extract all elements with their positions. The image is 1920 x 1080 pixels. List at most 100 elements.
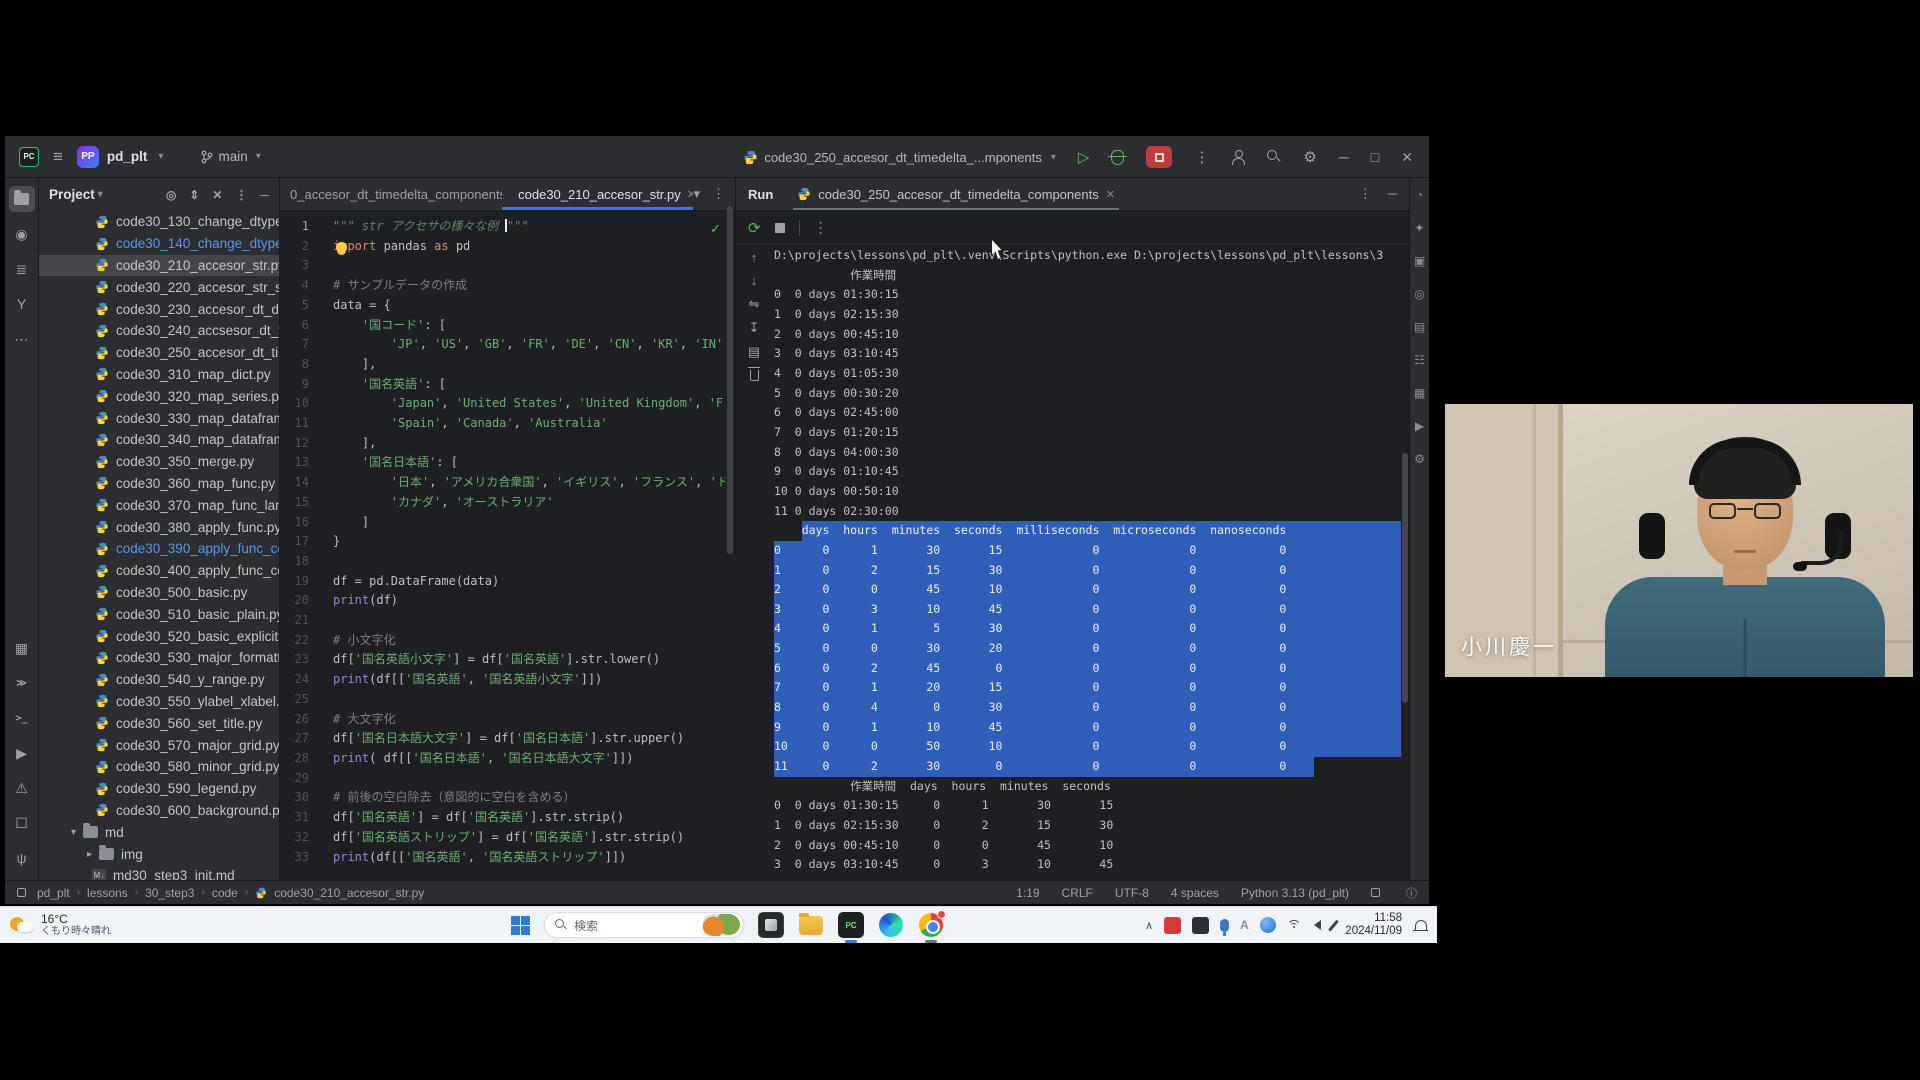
run-console-output[interactable]: D:\projects\lessons\pd_plt\.venv\Scripts… <box>774 246 1401 880</box>
tree-item[interactable]: code30_140_change_dtype_timede <box>39 233 279 255</box>
line-separator[interactable]: CRLF <box>1062 886 1093 900</box>
volume-icon[interactable] <box>1314 920 1321 930</box>
services-tool-icon[interactable]: ▶ <box>9 740 35 766</box>
taskbar-search[interactable]: 検索 <box>544 912 744 938</box>
wifi-icon[interactable] <box>1287 920 1303 931</box>
hide-panel-icon[interactable]: ─ <box>1388 186 1397 202</box>
file-encoding[interactable]: UTF-8 <box>1115 886 1149 900</box>
tree-item[interactable]: code30_380_apply_func.py <box>39 516 279 538</box>
problems-tool-icon[interactable]: ⚠ <box>9 775 35 801</box>
chevron-icon[interactable]: ▾ <box>71 827 83 838</box>
tree-item[interactable]: code30_540_y_range.py <box>39 669 279 691</box>
clear-console-icon[interactable] <box>750 370 759 381</box>
close-icon[interactable]: ✕ <box>1106 188 1115 201</box>
breadcrumb-item[interactable]: lessons <box>87 886 128 900</box>
main-menu-icon[interactable]: ≡ <box>53 147 63 167</box>
editor-scrollbar[interactable] <box>727 206 733 554</box>
editor-tab[interactable]: 0_accesor_dt_timedelta_components.py <box>280 178 502 210</box>
tree-item[interactable]: code30_360_map_func.py <box>39 473 279 495</box>
toolbar-more-icon[interactable]: ⋮ <box>814 219 828 236</box>
jump-to-bottom-icon[interactable]: ↓ <box>751 273 758 288</box>
notification-bell-icon[interactable] <box>1415 920 1427 931</box>
python-packages-tool-icon[interactable]: ▦ <box>9 635 35 661</box>
editor-code[interactable]: """ str アクセサの様々な例 """import pandas as pd… <box>333 217 725 867</box>
breadcrumb-item[interactable]: pd_plt <box>37 886 70 900</box>
tree-item[interactable]: code30_370_map_func_lambda.py <box>39 494 279 516</box>
more-actions-icon[interactable]: ⋮ <box>1194 148 1209 166</box>
info-icon[interactable]: ⓘ <box>1406 885 1417 901</box>
pen-input-icon[interactable] <box>1328 919 1338 931</box>
tree-item[interactable]: code30_250_accesor_dt_timedelta_ <box>39 342 279 364</box>
taskview-app-icon[interactable] <box>758 912 784 938</box>
tree-item[interactable]: code30_310_map_dict.py <box>39 364 279 386</box>
tree-item[interactable]: code30_330_map_dataframe.py <box>39 407 279 429</box>
notifications-bell-icon[interactable]: ◔ <box>1416 188 1423 202</box>
stop-process-icon[interactable] <box>775 223 785 233</box>
structure-tool-icon[interactable]: ≣ <box>9 256 35 282</box>
editor-tab[interactable]: code30_210_accesor_str.py✕ <box>502 178 693 210</box>
tree-item[interactable]: ▸img <box>39 843 279 865</box>
tree-item[interactable]: code30_230_accesor_dt_datetime.p <box>39 298 279 320</box>
search-everywhere-icon[interactable] <box>1267 150 1281 164</box>
ai-assistant-icon[interactable]: ✦ <box>1414 221 1424 235</box>
edge-browser-icon[interactable] <box>878 912 904 938</box>
tree-item[interactable]: code30_510_basic_plain.py <box>39 603 279 625</box>
tray-expand-icon[interactable]: ∧ <box>1145 919 1153 932</box>
indent-style[interactable]: 4 spaces <box>1171 886 1219 900</box>
tree-item[interactable]: code30_340_map_dataframe_reset <box>39 429 279 451</box>
microphone-icon[interactable] <box>1220 919 1229 932</box>
tree-item[interactable]: M↓md30_step3_init.md <box>39 865 279 880</box>
terminal-tool-icon[interactable]: >_ <box>9 705 35 731</box>
calendar-icon[interactable]: ▦ <box>1414 386 1425 400</box>
tray-app-red-icon[interactable] <box>1164 917 1181 934</box>
run-config-selector[interactable]: code30_250_accesor_dt_timedelta_...mpone… <box>743 150 1056 165</box>
panel-options-icon[interactable]: ⋮ <box>1359 186 1372 202</box>
taskbar-clock[interactable]: 11:58 2024/11/09 <box>1345 912 1402 938</box>
python-console-tool-icon[interactable]: ≫ <box>9 670 35 696</box>
tree-item[interactable]: code30_130_change_dtype.py <box>39 211 279 233</box>
panel-options-icon[interactable]: ⋮ <box>235 188 247 202</box>
tree-item[interactable]: code30_590_legend.py <box>39 778 279 800</box>
tree-item[interactable]: code30_520_basic_explicit.py <box>39 625 279 647</box>
tray-app-blue-icon[interactable] <box>1260 917 1276 933</box>
coverage-icon[interactable]: ◎ <box>1414 287 1424 301</box>
debug-button[interactable] <box>1111 150 1124 165</box>
vcs-branch-widget[interactable]: main ▾ <box>201 149 260 164</box>
breadcrumb[interactable]: pd_plt›lessons›30_step3›code›code30_210_… <box>17 886 424 900</box>
profiler-icon[interactable]: ▤ <box>1414 320 1425 334</box>
run-anything-icon[interactable]: ▶ <box>1415 419 1424 433</box>
todo-tool-icon[interactable]: ☐ <box>9 810 35 836</box>
tree-item[interactable]: code30_400_apply_func_complex_ <box>39 560 279 582</box>
start-button[interactable] <box>511 916 530 935</box>
collapse-all-icon[interactable]: ✕ <box>212 188 222 202</box>
maximize-button[interactable]: □ <box>1371 149 1379 165</box>
hide-panel-icon[interactable]: ─ <box>260 188 269 202</box>
tray-app-dark-icon[interactable] <box>1192 917 1209 934</box>
close-icon[interactable]: ✕ <box>687 188 694 201</box>
pull-requests-tool-icon[interactable]: Y <box>9 291 35 317</box>
tree-item[interactable]: code30_530_major_formatter.py <box>39 647 279 669</box>
more-tools-icon[interactable]: ⋯ <box>9 326 35 352</box>
caret-position[interactable]: 1:19 <box>1016 886 1039 900</box>
breadcrumb-item[interactable]: code <box>212 886 238 900</box>
breadcrumb-item[interactable]: code30_210_accesor_str.py <box>274 886 424 900</box>
tree-item[interactable]: code30_600_background.py <box>39 800 279 822</box>
close-button[interactable]: ✕ <box>1401 149 1413 166</box>
settings-gear-icon[interactable]: ⚙ <box>1303 148 1316 166</box>
tree-item[interactable]: code30_560_set_title.py <box>39 712 279 734</box>
commit-tool-icon[interactable]: ◉ <box>9 221 35 247</box>
tree-item[interactable]: ▾md <box>39 821 279 843</box>
ime-mode-icon[interactable]: A <box>1240 918 1249 932</box>
scroll-to-end-icon[interactable]: ↧ <box>749 320 760 336</box>
python-interpreter[interactable]: Python 3.13 (pd_plt) <box>1241 886 1349 900</box>
project-tool-icon[interactable] <box>9 186 35 212</box>
tree-item[interactable]: code30_350_merge.py <box>39 451 279 473</box>
tree-item[interactable]: code30_220_accesor_str_split.py <box>39 276 279 298</box>
chevron-icon[interactable]: ▸ <box>87 849 99 860</box>
tree-item[interactable]: code30_320_map_series.py <box>39 385 279 407</box>
jump-to-top-icon[interactable]: ↑ <box>751 250 758 265</box>
rerun-icon[interactable]: ⟳ <box>748 219 761 237</box>
gradle-icon[interactable]: ☷ <box>1414 353 1425 367</box>
stop-button[interactable] <box>1146 146 1172 168</box>
run-button[interactable]: ▷ <box>1078 148 1090 166</box>
